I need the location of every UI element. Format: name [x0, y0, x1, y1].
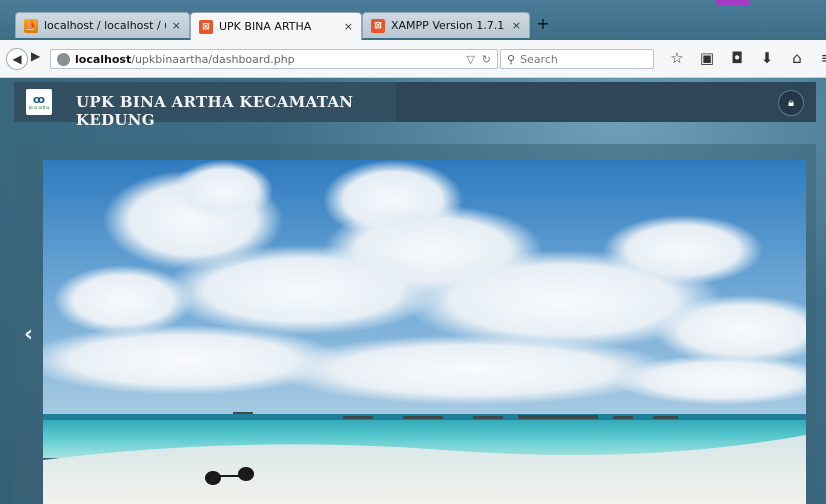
menu-icon[interactable]: ≡ — [812, 49, 826, 67]
page-title: UPK BINA ARTHA KECAMATAN KEDUNG — [76, 93, 354, 129]
globe-icon — [57, 52, 70, 66]
carousel-prev-button[interactable]: ‹ — [24, 322, 33, 347]
image-carousel: ‹ › — [14, 144, 816, 504]
phpmyadmin-icon: ⛵ — [24, 18, 38, 33]
url-path: /upkbinaartha/dashboard.php — [131, 52, 295, 66]
app-header: ꝏ bina artha UPK BINA ARTHA KECAMATAN KE… — [14, 82, 816, 129]
search-bar[interactable]: ⚲ Search — [500, 49, 654, 69]
close-tab-icon[interactable]: × — [172, 19, 181, 32]
bookmark-star-icon[interactable]: ☆ — [662, 49, 692, 67]
bina-artha-logo: ꝏ bina artha — [26, 89, 52, 115]
reload-icon[interactable]: ↻ — [482, 53, 491, 66]
close-tab-icon[interactable]: × — [344, 20, 353, 33]
beach-photo — [43, 160, 806, 504]
xampp-icon: ⊠ — [199, 19, 213, 34]
tab-phpmyadmin[interactable]: ⛵ localhost / localhost / upk... × — [15, 12, 190, 38]
tab-upk-bina-artha[interactable]: ⊠ UPK BINA ARTHA × — [190, 12, 362, 40]
new-tab-button[interactable]: + — [534, 14, 552, 34]
title-block: ꝏ bina artha UPK BINA ARTHA KECAMATAN KE… — [14, 82, 396, 129]
carousel-next-button[interactable]: › — [792, 322, 801, 347]
logo-mark-icon: ꝏ — [32, 92, 46, 106]
xampp-icon: ⊠ — [371, 18, 385, 33]
tab-label: UPK BINA ARTHA — [219, 20, 312, 33]
toolbar-icons: ☆ ▣ ◘ ⬇ ⌂ ≡ — [662, 49, 826, 67]
logo-subtext: bina artha — [28, 104, 50, 110]
window-accent — [716, 0, 750, 6]
tab-label: XAMPP Version 1.7.1 — [391, 19, 505, 32]
tab-xampp-version[interactable]: ⊠ XAMPP Version 1.7.1 × — [362, 12, 530, 38]
back-button[interactable]: ◀ — [6, 48, 28, 70]
url-host: localhost — [75, 52, 132, 66]
home-icon[interactable]: ⌂ — [782, 49, 812, 67]
tab-strip: ⛵ localhost / localhost / upk... × ⊠ UPK… — [0, 0, 826, 40]
lock-icon: 🔒︎ — [788, 96, 794, 109]
navigation-bar: ◀ ▶ localhost/upkbinaartha/dashboard.php… — [0, 40, 826, 78]
pocket-icon[interactable]: ◘ — [722, 49, 752, 67]
url-bar[interactable]: localhost/upkbinaartha/dashboard.php ▽ ↻ — [50, 49, 498, 69]
search-icon: ⚲ — [507, 52, 516, 66]
forward-button[interactable]: ▶ — [31, 49, 40, 63]
download-icon[interactable]: ⬇ — [752, 49, 782, 67]
reading-list-icon[interactable]: ▣ — [692, 49, 722, 67]
dropdown-history-icon[interactable]: ▽ — [466, 53, 474, 66]
tab-label: localhost / localhost / upk... — [44, 19, 166, 32]
logout-button[interactable]: 🔒︎ — [778, 90, 804, 116]
close-tab-icon[interactable]: × — [512, 19, 521, 32]
back-arrow-icon: ◀ — [12, 52, 22, 66]
forward-arrow-icon: ▶ — [31, 49, 41, 63]
search-placeholder: Search — [520, 52, 558, 66]
carousel-slide-beach — [43, 160, 806, 504]
page-viewport: ꝏ bina artha UPK BINA ARTHA KECAMATAN KE… — [0, 78, 826, 504]
